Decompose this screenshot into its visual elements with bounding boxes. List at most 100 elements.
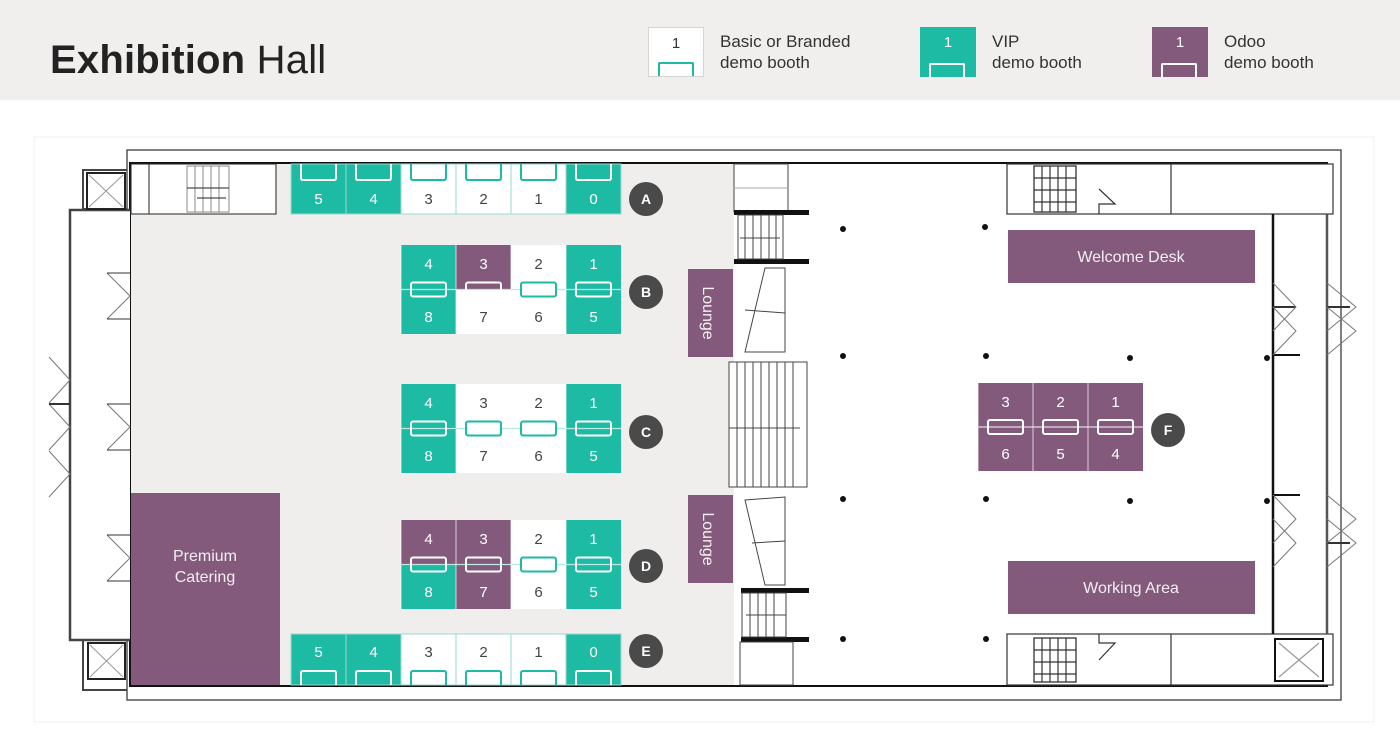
booth[interactable]: 0	[565, 633, 622, 686]
welcome-desk-label: Welcome Desk	[1077, 249, 1185, 266]
premium-catering-area	[131, 493, 280, 685]
booth[interactable]: 4	[345, 633, 402, 686]
booth-number: 1	[589, 531, 597, 548]
floor-plan: Premium Catering Lounge Lounge Welcome D…	[33, 136, 1375, 723]
pillar	[983, 636, 989, 642]
pillar	[1264, 355, 1270, 361]
booth-number: 2	[534, 395, 542, 412]
pillar	[982, 224, 988, 230]
premium-catering-label-line1: Premium	[173, 548, 237, 565]
row-badge-e: E	[629, 634, 663, 668]
booth-number: 2	[1056, 394, 1064, 411]
row-badge-b: B	[629, 275, 663, 309]
row-badge-f: F	[1151, 413, 1185, 447]
booth-number: 3	[479, 256, 487, 273]
booth[interactable]: 3	[400, 633, 457, 686]
booth-pair: 26	[510, 384, 566, 473]
booth-number: 0	[589, 191, 597, 208]
booth-number: 6	[1001, 446, 1009, 463]
desk-icon	[520, 420, 557, 437]
booth[interactable]: 5	[290, 163, 347, 215]
booth-number: 4	[424, 531, 432, 548]
booth-number: 3	[424, 191, 432, 208]
row-badge-a: A	[629, 182, 663, 216]
booth[interactable]: 4	[345, 163, 402, 215]
booth-number: 3	[479, 531, 487, 548]
pillar	[840, 636, 846, 642]
row-badge-d: D	[629, 549, 663, 583]
booth-number: 4	[1111, 446, 1119, 463]
pillar	[840, 496, 846, 502]
booth-pair: 48	[400, 245, 456, 334]
booth-number: 2	[534, 256, 542, 273]
booth-pair: 36	[977, 383, 1033, 471]
booth-number: 1	[1111, 394, 1119, 411]
row-label: F	[1164, 422, 1173, 438]
booth-number: 4	[369, 191, 377, 208]
premium-catering-label-line2: Catering	[175, 569, 235, 586]
booth-number: 8	[424, 309, 432, 326]
pillar	[1264, 498, 1270, 504]
booth-number: 1	[534, 644, 542, 661]
booth-number: 4	[424, 395, 432, 412]
booth-row-e: 5 4 3 2 1 0 E	[290, 633, 663, 686]
pillar	[1127, 355, 1133, 361]
row-label: B	[641, 284, 651, 300]
booth-number: 5	[1056, 446, 1064, 463]
central-stairs	[728, 163, 809, 686]
booth-number: 3	[424, 644, 432, 661]
booth[interactable]: 0	[565, 163, 622, 215]
row-label: D	[641, 558, 651, 574]
booth-number: 5	[589, 448, 597, 465]
booth-pair: 25	[1032, 383, 1088, 471]
booth-number: 3	[1001, 394, 1009, 411]
booth-number: 6	[534, 309, 542, 326]
booth-number: 4	[369, 644, 377, 661]
booth-number: 2	[479, 191, 487, 208]
booth-pair: 37	[455, 520, 511, 609]
pillar	[840, 353, 846, 359]
desk-icon	[520, 281, 557, 298]
booth-number: 5	[589, 309, 597, 326]
booth-number: 1	[589, 395, 597, 412]
pillar	[983, 496, 989, 502]
booth[interactable]: 2	[455, 163, 512, 215]
pillar	[1127, 498, 1133, 504]
booth-pair: 14	[1087, 383, 1143, 471]
booth-pair: 15	[565, 520, 621, 609]
booth-number: 0	[589, 644, 597, 661]
pillar	[840, 226, 846, 232]
booth-pair: 26	[510, 520, 566, 609]
row-label: A	[641, 191, 651, 207]
booth-number: 7	[479, 309, 487, 326]
booth-pair: 48	[400, 520, 456, 609]
working-area-label: Working Area	[1083, 580, 1179, 597]
booth-number: 4	[424, 256, 432, 273]
booth-number: 6	[534, 448, 542, 465]
booth[interactable]: 3	[400, 163, 457, 215]
booth-pair: 15	[565, 245, 621, 334]
booth-number: 5	[589, 584, 597, 601]
booth-number: 3	[479, 395, 487, 412]
right-corridor	[1271, 214, 1357, 634]
booth-number: 6	[534, 584, 542, 601]
booth-pair: 48	[400, 384, 456, 473]
booth-row-a: 5 4 3 2 1 0 A	[290, 163, 663, 216]
booth[interactable]: 5	[290, 633, 347, 686]
booth[interactable]: 1	[510, 163, 567, 215]
booth-number: 7	[479, 584, 487, 601]
booth-row-f: 362514F	[977, 383, 1185, 471]
booth-pair: 26	[510, 245, 566, 334]
booth-pair: 15	[565, 384, 621, 473]
lounge-top-label: Lounge	[699, 286, 716, 339]
booth-number: 8	[424, 584, 432, 601]
desk-icon	[465, 420, 502, 437]
row-badge-c: C	[629, 415, 663, 449]
row-label: E	[641, 643, 650, 659]
left-corridor	[68, 169, 130, 691]
booth-number: 5	[314, 191, 322, 208]
desk-icon	[520, 556, 557, 573]
booth-number: 1	[534, 191, 542, 208]
booth[interactable]: 2	[455, 633, 512, 686]
booth[interactable]: 1	[510, 633, 567, 686]
